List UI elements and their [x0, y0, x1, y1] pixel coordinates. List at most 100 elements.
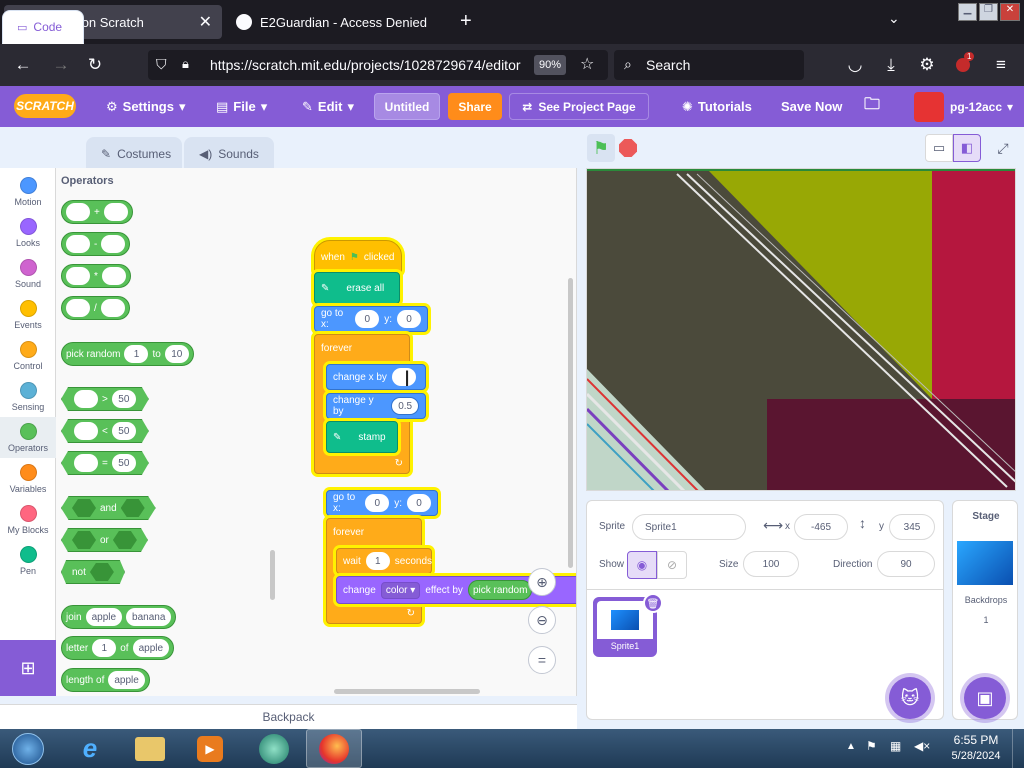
stage-canvas[interactable]: [586, 168, 1016, 491]
stage-selector-pane[interactable]: Stage Backdrops 1 ▣: [952, 500, 1018, 720]
y-input[interactable]: 0: [397, 310, 421, 328]
tab-costumes[interactable]: ✎ Costumes: [86, 137, 182, 171]
addon-icon[interactable]: 1: [950, 52, 976, 78]
reload-icon[interactable]: ↻: [82, 52, 108, 78]
save-now-button[interactable]: Save Now: [781, 86, 842, 127]
extensions-icon[interactable]: ⚙: [914, 52, 940, 78]
zoom-reset-button[interactable]: =: [528, 646, 556, 674]
nested-pick-random[interactable]: pick random: [467, 580, 533, 600]
choose-sprite-button[interactable]: 🐱︎: [889, 677, 931, 719]
category-operators[interactable]: Operators: [0, 417, 56, 458]
y-input[interactable]: 0: [407, 494, 431, 512]
wait-block[interactable]: wait 1 seconds: [336, 548, 432, 574]
input-slot[interactable]: 1: [92, 639, 117, 657]
pocket-icon[interactable]: ◡: [842, 52, 868, 78]
when-flag-clicked-block[interactable]: when ⚑ clicked: [314, 240, 402, 274]
settings-menu[interactable]: ⚙ Settings ▾: [106, 86, 185, 127]
firefox-taskbar-button[interactable]: [306, 729, 362, 768]
delete-sprite-icon[interactable]: 🗑︎: [643, 593, 663, 613]
url-bar[interactable]: ⛉ 🔒︎ https://scratch.mit.edu/projects/10…: [148, 50, 608, 80]
erase-all-block[interactable]: ✎ erase all: [314, 272, 400, 304]
length-of-block[interactable]: length of apple: [61, 668, 150, 692]
x-input[interactable]: -465: [794, 514, 848, 540]
show-visible-button[interactable]: ◉: [627, 551, 657, 579]
category-motion[interactable]: Motion: [0, 171, 56, 212]
clock-time[interactable]: 6:55 PM: [946, 733, 1006, 747]
input-slot[interactable]: apple: [108, 671, 145, 689]
avatar[interactable]: [914, 92, 944, 122]
forward-icon[interactable]: →: [48, 52, 74, 78]
show-hidden-button[interactable]: ⊘: [657, 551, 687, 579]
bool-slot[interactable]: [72, 499, 96, 517]
edit-menu[interactable]: ✎ Edit ▾: [302, 86, 354, 127]
input-slot[interactable]: [100, 299, 125, 317]
join-block[interactable]: join apple banana: [61, 605, 177, 629]
tab-e2guardian[interactable]: E2Guardian - Access Denied: [226, 5, 444, 39]
close-tab-icon[interactable]: ✕: [199, 12, 212, 32]
palette-scrollbar[interactable]: [270, 550, 275, 600]
backpack-bar[interactable]: Backpack: [0, 704, 577, 729]
not-block[interactable]: not: [61, 560, 125, 584]
less-than-block[interactable]: <50: [61, 419, 149, 443]
input-slot[interactable]: 1: [124, 345, 149, 363]
sprite-name-input[interactable]: Sprite1: [632, 514, 746, 540]
menu-icon[interactable]: ≡: [988, 52, 1014, 78]
bool-slot[interactable]: [112, 531, 137, 549]
file-menu[interactable]: ▤ File ▾: [216, 86, 267, 127]
and-block[interactable]: and: [61, 496, 156, 520]
account-menu[interactable]: pg-12acc ▾: [950, 86, 1013, 127]
or-block[interactable]: or: [61, 528, 148, 552]
tab-sounds[interactable]: ◀) Sounds: [184, 137, 274, 171]
large-stage-icon[interactable]: ◧: [953, 134, 981, 162]
back-icon[interactable]: ←: [10, 52, 36, 78]
new-tab-icon[interactable]: +: [460, 10, 472, 33]
explorer-taskbar-button[interactable]: [122, 729, 178, 768]
clock-date[interactable]: 5/28/2024: [946, 750, 1006, 762]
start-button[interactable]: [0, 729, 56, 768]
input-slot[interactable]: banana: [126, 608, 172, 626]
category-events[interactable]: Events: [0, 294, 56, 335]
window-close-icon[interactable]: ✕: [1000, 3, 1020, 21]
bool-slot[interactable]: [89, 563, 114, 581]
letter-of-block[interactable]: letter 1 of apple: [61, 636, 175, 660]
choose-backdrop-button[interactable]: ▣: [964, 677, 1006, 719]
network-tray-icon[interactable]: ▦: [890, 739, 901, 753]
shield-icon[interactable]: ⛉: [156, 56, 167, 73]
search-bar[interactable]: ⌕ Search: [614, 50, 804, 80]
ie-taskbar-button[interactable]: e: [62, 729, 118, 768]
zoom-out-button[interactable]: ⊖: [528, 606, 556, 634]
download-icon[interactable]: ⤓: [878, 52, 904, 78]
category-pen[interactable]: Pen: [0, 540, 56, 581]
category-sound[interactable]: Sound: [0, 253, 56, 294]
tab-code[interactable]: ▭ Code: [2, 10, 84, 44]
share-button[interactable]: Share: [448, 93, 502, 120]
tray-expand-icon[interactable]: ▲: [846, 741, 856, 752]
stamp-block[interactable]: ✎ stamp: [326, 421, 398, 453]
input-slot[interactable]: 10: [164, 345, 189, 363]
code-workspace[interactable]: when ⚑ clicked ✎ erase all go to x: 0 y:…: [280, 168, 577, 696]
stop-button[interactable]: [619, 139, 637, 157]
change-y-input[interactable]: 0.5: [391, 397, 419, 415]
horizontal-scrollbar[interactable]: [334, 689, 480, 694]
x-input[interactable]: 0: [355, 310, 380, 328]
restore-icon[interactable]: ❐: [979, 3, 998, 21]
my-stuff-folder-icon[interactable]: 🗀︎: [864, 86, 880, 127]
change-x-block[interactable]: change x by: [326, 364, 426, 390]
x-input[interactable]: 0: [365, 494, 390, 512]
size-input[interactable]: 100: [743, 551, 799, 577]
operator-subtract-block[interactable]: -: [61, 232, 131, 256]
input-slot[interactable]: [66, 299, 90, 317]
input-slot[interactable]: apple: [85, 608, 123, 626]
input-slot[interactable]: 50: [111, 422, 136, 440]
input-slot[interactable]: [66, 267, 90, 285]
add-extension-button[interactable]: ⊞: [0, 640, 56, 696]
input-slot[interactable]: [66, 235, 90, 253]
y-input[interactable]: 345: [889, 514, 935, 540]
go-to-xy-block[interactable]: go to x: 0 y: 0: [314, 306, 428, 332]
effect-dropdown[interactable]: color ▾: [380, 581, 421, 599]
go-to-xy-block-2[interactable]: go to x: 0 y: 0: [326, 490, 438, 516]
category-looks[interactable]: Looks: [0, 212, 56, 253]
change-y-block[interactable]: change y by 0.5: [326, 393, 426, 419]
input-slot[interactable]: [74, 454, 98, 472]
flag-tray-icon[interactable]: ⚑: [866, 739, 877, 753]
